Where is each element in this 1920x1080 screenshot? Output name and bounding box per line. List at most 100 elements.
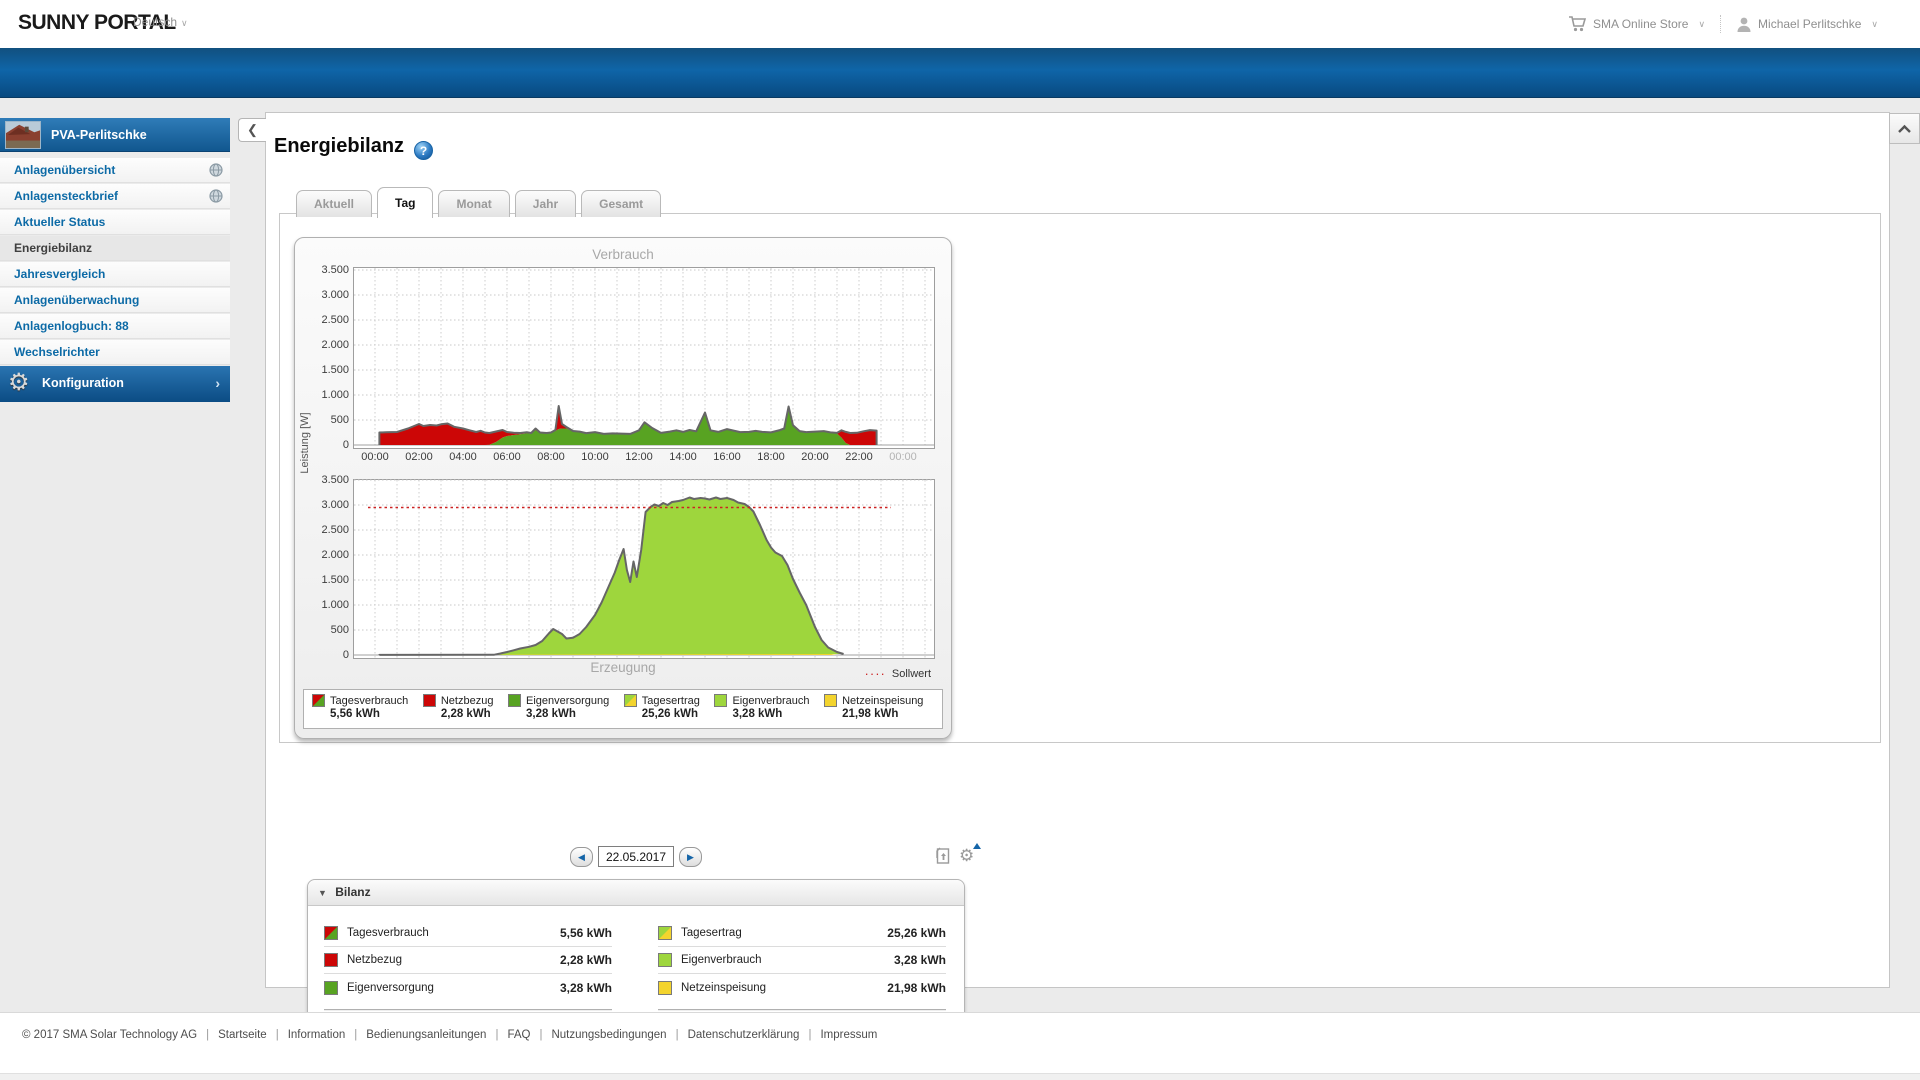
bilanz-row-eigenverbrauch: Eigenverbrauch 3,28 kWh [658,947,946,974]
gear-icon: ⚙ [8,369,30,396]
sidebar-item-aktueller-status[interactable]: Aktueller Status [0,210,230,235]
legend-item-tagesertrag: Tagesertrag 25,26 kWh [622,693,713,725]
chevron-up-icon [1898,124,1911,133]
sollwert-line-swatch: ···· [864,666,886,681]
tab-monat[interactable]: Monat [438,190,510,217]
legend-value: 2,28 kWh [440,708,491,720]
yellow-swatch [824,694,838,707]
sidebar-item-anlagenlogbuch-88[interactable]: Anlagenlogbuch: 88 [0,314,230,339]
chart-settings-icon[interactable]: ⚙ [959,843,981,866]
user-icon [1737,17,1751,32]
page-title: Energiebilanz? [274,135,434,160]
tab-content-panel: Verbrauch Leistung [W] 3.500 3.000 2.500 2.… [279,213,1881,1057]
bilanz-row-label: Eigenversorgung [347,981,434,994]
bilanz-title: Bilanz [335,885,371,899]
legend-value: 21,98 kWh [842,708,899,720]
sidebar-item-jahresvergleich[interactable]: Jahresvergleich [0,262,230,287]
plant-thumbnail [5,120,41,149]
next-day-button[interactable]: ▶ [679,846,702,867]
y-tick-label: 3.500 [321,473,349,486]
sidebar-item-energiebilanz[interactable]: Energiebilanz [0,236,230,261]
footer-link-datenschutzerklärung[interactable]: Datenschutzerklärung [688,1029,800,1041]
y-tick-label: 1.500 [321,573,349,586]
plant-name: PVA-Perlitschke [51,127,147,142]
footer-link-startseite[interactable]: Startseite [218,1029,267,1041]
legend-name: Netzeinspeisung [842,694,924,707]
footer-link-impressum[interactable]: Impressum [820,1029,877,1041]
date-navigation: ◀ ▶ ⚙ [307,843,981,872]
sidebar-item-anlagenübersicht[interactable]: Anlagenübersicht [0,158,230,183]
footer-link-information[interactable]: Information [288,1029,346,1041]
verbrauch-chart [353,267,935,449]
y-tick-label: 3.000 [321,288,349,301]
legend-value: 5,56 kWh [330,708,380,720]
footer-separator: | [206,1029,210,1041]
footer-link-nutzungsbedingungen[interactable]: Nutzungsbedingungen [551,1029,666,1041]
chart-title-verbrauch: Verbrauch [592,247,654,262]
x-tick-label: 20:00 [801,451,829,463]
legend-name: Tagesverbrauch [330,694,409,707]
sidebar-item-anlagensteckbrief[interactable]: Anlagensteckbrief [0,184,230,209]
split-red-green-swatch [312,694,325,707]
legend-row: Tagesertrag [623,694,711,707]
bilanz-header[interactable]: ▼ Bilanz [308,880,964,906]
globe-icon [209,163,223,177]
y-tick-label: 1.500 [321,363,349,376]
language-dropdown[interactable]: Deutsch ∨ [133,15,188,29]
x-tick-label: 14:00 [669,451,697,463]
lightgreen-swatch [714,694,728,707]
legend-item-netzeinspeisung: Netzeinspeisung 21,98 kWh [822,693,936,725]
chart-title-erzeugung: Erzeugung [590,660,656,675]
legend-name: Eigenverbrauch [732,694,810,707]
tab-gesamt[interactable]: Gesamt [581,190,662,217]
y-tick-label: 1.000 [321,598,349,611]
scroll-top-button[interactable] [1889,113,1920,144]
topbar-divider [1720,15,1722,33]
plant-header[interactable]: PVA-Perlitschke [0,118,230,152]
footer-copyright: © 2017 SMA Solar Technology AG [22,1029,198,1041]
x-tick-label: 22:00 [845,451,873,463]
bilanz-row-eigenversorgung: Eigenversorgung 3,28 kWh [324,974,612,1001]
bilanz-row-label: Netzbezug [347,954,402,966]
help-icon[interactable]: ? [414,141,434,160]
split-red-green-swatch [324,926,338,940]
date-input[interactable] [598,846,674,867]
collapse-sidebar-button[interactable]: ❮ [238,118,266,142]
legend-name: Tagesertrag [641,694,700,707]
top-bar: SUNNY PORTAL Deutsch ∨ SMA Online Store ∨ … [0,0,1920,48]
bilanz-row-value: 5,56 kWh [559,926,612,940]
lightgreen-swatch [658,953,672,967]
x-tick-label: 12:00 [625,451,653,463]
legend-value: 3,28 kWh [732,708,783,720]
footer-separator: | [495,1029,499,1041]
online-store-link[interactable]: SMA Online Store ∨ [1568,16,1705,32]
bilanz-row-label: Tagesertrag [681,927,742,939]
publish-chart-icon[interactable] [933,846,953,866]
sidebar-item-anlagenüberwachung[interactable]: Anlagenüberwachung [0,288,230,313]
footer-links: © 2017 SMA Solar Technology AG | Startseit… [22,1029,877,1041]
y-tick-label: 500 [330,623,349,636]
tab-jahr[interactable]: Jahr [514,190,577,217]
sidebar-item-konfiguration[interactable]: ⚙ Konfiguration › [0,366,230,402]
bilanz-row-label: Eigenverbrauch [681,954,762,966]
bilanz-row-value: 2,28 kWh [559,953,612,967]
footer-separator: | [354,1029,358,1041]
online-store-label: SMA Online Store [1593,17,1689,31]
tab-tag[interactable]: Tag [377,187,434,218]
sidebar: PVA-Perlitschke Anlagenübersicht Anlagens… [0,118,230,402]
user-menu[interactable]: Michael Perlitschke ∨ [1736,16,1878,33]
footer-link-faq[interactable]: FAQ [507,1029,530,1041]
tab-aktuell[interactable]: Aktuell [296,190,373,217]
previous-day-button[interactable]: ◀ [570,846,593,867]
legend-name: Netzbezug [440,694,494,707]
split-green-yellow-swatch [623,694,637,707]
footer-link-bedienungsanleitungen[interactable]: Bedienungsanleitungen [366,1029,486,1041]
sidebar-item-wechselrichter[interactable]: Wechselrichter [0,340,230,365]
y-tick-label: 1.000 [321,388,349,401]
footer-separator: | [808,1029,812,1041]
legend-item-eigenverbrauch: Eigenverbrauch 3,28 kWh [712,693,822,725]
konfiguration-label: Konfiguration [42,376,124,390]
x-tick-label: 04:00 [449,451,477,463]
bilanz-row-value: 25,26 kWh [887,926,946,940]
bilanz-row-netzeinspeisung: Netzeinspeisung 21,98 kWh [658,974,946,1001]
